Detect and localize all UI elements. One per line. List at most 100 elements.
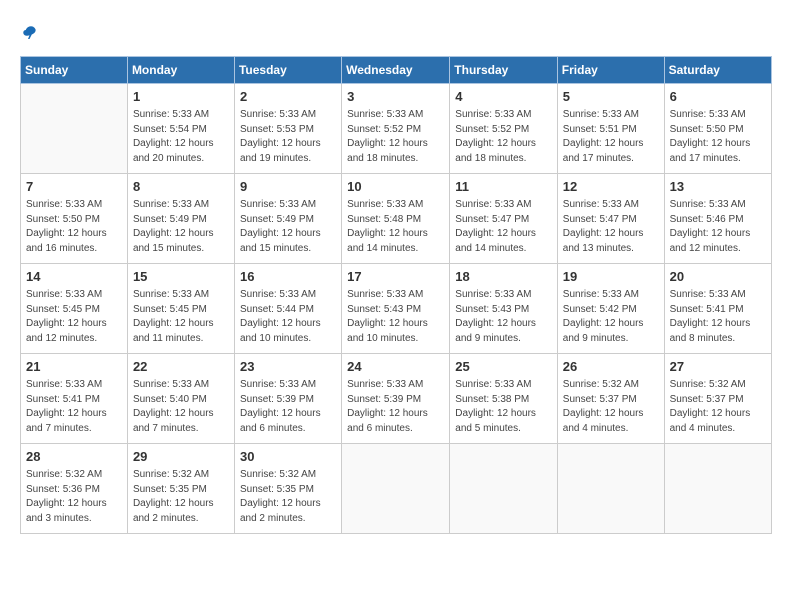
calendar-cell: 14 Sunrise: 5:33 AM Sunset: 5:45 PM Dayli… (21, 264, 128, 354)
day-info: Sunrise: 5:33 AM Sunset: 5:43 PM Dayligh… (347, 288, 444, 346)
day-number: 18 (455, 268, 552, 286)
day-number: 5 (563, 88, 659, 106)
day-number: 3 (347, 88, 444, 106)
day-number: 2 (240, 88, 336, 106)
calendar-cell: 8 Sunrise: 5:33 AM Sunset: 5:49 PM Daylig… (127, 174, 234, 264)
calendar-cell: 24 Sunrise: 5:33 AM Sunset: 5:39 PM Dayli… (342, 354, 450, 444)
day-info: Sunrise: 5:33 AM Sunset: 5:52 PM Dayligh… (347, 108, 444, 166)
day-number: 27 (670, 358, 766, 376)
logo (20, 20, 40, 46)
day-number: 23 (240, 358, 336, 376)
calendar-week-row: 28 Sunrise: 5:32 AM Sunset: 5:36 PM Dayli… (21, 444, 772, 534)
calendar-cell: 26 Sunrise: 5:32 AM Sunset: 5:37 PM Dayli… (557, 354, 664, 444)
day-info: Sunrise: 5:33 AM Sunset: 5:44 PM Dayligh… (240, 288, 336, 346)
day-info: Sunrise: 5:33 AM Sunset: 5:39 PM Dayligh… (347, 378, 444, 436)
calendar-cell: 1 Sunrise: 5:33 AM Sunset: 5:54 PM Daylig… (127, 84, 234, 174)
header-monday: Monday (127, 57, 234, 84)
calendar-week-row: 1 Sunrise: 5:33 AM Sunset: 5:54 PM Daylig… (21, 84, 772, 174)
day-info: Sunrise: 5:33 AM Sunset: 5:53 PM Dayligh… (240, 108, 336, 166)
day-info: Sunrise: 5:32 AM Sunset: 5:35 PM Dayligh… (240, 468, 336, 526)
day-number: 29 (133, 448, 229, 466)
day-number: 14 (26, 268, 122, 286)
day-number: 10 (347, 178, 444, 196)
day-number: 12 (563, 178, 659, 196)
header-tuesday: Tuesday (234, 57, 341, 84)
calendar-cell: 7 Sunrise: 5:33 AM Sunset: 5:50 PM Daylig… (21, 174, 128, 264)
day-number: 8 (133, 178, 229, 196)
day-number: 16 (240, 268, 336, 286)
day-number: 30 (240, 448, 336, 466)
day-number: 28 (26, 448, 122, 466)
header-saturday: Saturday (664, 57, 771, 84)
calendar-week-row: 14 Sunrise: 5:33 AM Sunset: 5:45 PM Dayli… (21, 264, 772, 354)
header-friday: Friday (557, 57, 664, 84)
calendar-week-row: 7 Sunrise: 5:33 AM Sunset: 5:50 PM Daylig… (21, 174, 772, 264)
day-info: Sunrise: 5:33 AM Sunset: 5:45 PM Dayligh… (26, 288, 122, 346)
calendar-cell: 4 Sunrise: 5:33 AM Sunset: 5:52 PM Daylig… (450, 84, 558, 174)
day-number: 17 (347, 268, 444, 286)
day-number: 24 (347, 358, 444, 376)
day-number: 4 (455, 88, 552, 106)
day-info: Sunrise: 5:33 AM Sunset: 5:39 PM Dayligh… (240, 378, 336, 436)
day-info: Sunrise: 5:32 AM Sunset: 5:37 PM Dayligh… (563, 378, 659, 436)
day-info: Sunrise: 5:32 AM Sunset: 5:36 PM Dayligh… (26, 468, 122, 526)
day-number: 7 (26, 178, 122, 196)
calendar-cell: 18 Sunrise: 5:33 AM Sunset: 5:43 PM Dayli… (450, 264, 558, 354)
calendar-cell: 12 Sunrise: 5:33 AM Sunset: 5:47 PM Dayli… (557, 174, 664, 264)
day-number: 20 (670, 268, 766, 286)
header-sunday: Sunday (21, 57, 128, 84)
calendar-cell (450, 444, 558, 534)
calendar-cell: 2 Sunrise: 5:33 AM Sunset: 5:53 PM Daylig… (234, 84, 341, 174)
header-thursday: Thursday (450, 57, 558, 84)
calendar-cell (664, 444, 771, 534)
calendar-cell: 21 Sunrise: 5:33 AM Sunset: 5:41 PM Dayli… (21, 354, 128, 444)
day-info: Sunrise: 5:32 AM Sunset: 5:37 PM Dayligh… (670, 378, 766, 436)
calendar-cell: 29 Sunrise: 5:32 AM Sunset: 5:35 PM Dayli… (127, 444, 234, 534)
day-number: 25 (455, 358, 552, 376)
calendar-cell: 9 Sunrise: 5:33 AM Sunset: 5:49 PM Daylig… (234, 174, 341, 264)
day-info: Sunrise: 5:33 AM Sunset: 5:43 PM Dayligh… (455, 288, 552, 346)
day-number: 11 (455, 178, 552, 196)
day-info: Sunrise: 5:33 AM Sunset: 5:47 PM Dayligh… (563, 198, 659, 256)
day-info: Sunrise: 5:33 AM Sunset: 5:54 PM Dayligh… (133, 108, 229, 166)
header-wednesday: Wednesday (342, 57, 450, 84)
calendar-cell: 11 Sunrise: 5:33 AM Sunset: 5:47 PM Dayli… (450, 174, 558, 264)
calendar-cell: 23 Sunrise: 5:33 AM Sunset: 5:39 PM Dayli… (234, 354, 341, 444)
day-number: 15 (133, 268, 229, 286)
day-info: Sunrise: 5:33 AM Sunset: 5:48 PM Dayligh… (347, 198, 444, 256)
day-info: Sunrise: 5:33 AM Sunset: 5:41 PM Dayligh… (26, 378, 122, 436)
calendar-cell (342, 444, 450, 534)
day-number: 6 (670, 88, 766, 106)
day-info: Sunrise: 5:33 AM Sunset: 5:52 PM Dayligh… (455, 108, 552, 166)
day-info: Sunrise: 5:33 AM Sunset: 5:50 PM Dayligh… (26, 198, 122, 256)
calendar-cell: 22Sunrise: 5:33 AM Sunset: 5:40 PM Dayli… (127, 354, 234, 444)
day-info: Sunrise: 5:33 AM Sunset: 5:49 PM Dayligh… (240, 198, 336, 256)
day-info: Sunrise: 5:33 AM Sunset: 5:47 PM Dayligh… (455, 198, 552, 256)
day-info: Sunrise: 5:33 AM Sunset: 5:49 PM Dayligh… (133, 198, 229, 256)
calendar-table: SundayMondayTuesdayWednesdayThursdayFrid… (20, 56, 772, 534)
day-number: 9 (240, 178, 336, 196)
calendar-cell: 30 Sunrise: 5:32 AM Sunset: 5:35 PM Dayli… (234, 444, 341, 534)
calendar-cell: 5 Sunrise: 5:33 AM Sunset: 5:51 PM Daylig… (557, 84, 664, 174)
day-info: Sunrise: 5:33 AM Sunset: 5:41 PM Dayligh… (670, 288, 766, 346)
calendar-cell: 6 Sunrise: 5:33 AM Sunset: 5:50 PM Daylig… (664, 84, 771, 174)
day-info: Sunrise: 5:33 AM Sunset: 5:40 PM Dayligh… (133, 378, 229, 436)
day-info: Sunrise: 5:33 AM Sunset: 5:38 PM Dayligh… (455, 378, 552, 436)
calendar-cell: 15 Sunrise: 5:33 AM Sunset: 5:45 PM Dayli… (127, 264, 234, 354)
day-number: 21 (26, 358, 122, 376)
day-info: Sunrise: 5:33 AM Sunset: 5:45 PM Dayligh… (133, 288, 229, 346)
calendar-cell: 13Sunrise: 5:33 AM Sunset: 5:46 PM Dayli… (664, 174, 771, 264)
calendar-cell: 16 Sunrise: 5:33 AM Sunset: 5:44 PM Dayli… (234, 264, 341, 354)
calendar-cell: 10 Sunrise: 5:33 AM Sunset: 5:48 PM Dayli… (342, 174, 450, 264)
day-number: 13 (670, 178, 766, 196)
calendar-cell (557, 444, 664, 534)
calendar-cell (21, 84, 128, 174)
day-info: Sunrise: 5:33 AM Sunset: 5:51 PM Dayligh… (563, 108, 659, 166)
day-info: Sunrise: 5:33 AM Sunset: 5:50 PM Dayligh… (670, 108, 766, 166)
day-number: 1 (133, 88, 229, 106)
calendar-header-row: SundayMondayTuesdayWednesdayThursdayFrid… (21, 57, 772, 84)
day-info: Sunrise: 5:32 AM Sunset: 5:35 PM Dayligh… (133, 468, 229, 526)
calendar-cell: 25 Sunrise: 5:33 AM Sunset: 5:38 PM Dayli… (450, 354, 558, 444)
day-number: 26 (563, 358, 659, 376)
calendar-cell: 3 Sunrise: 5:33 AM Sunset: 5:52 PM Daylig… (342, 84, 450, 174)
